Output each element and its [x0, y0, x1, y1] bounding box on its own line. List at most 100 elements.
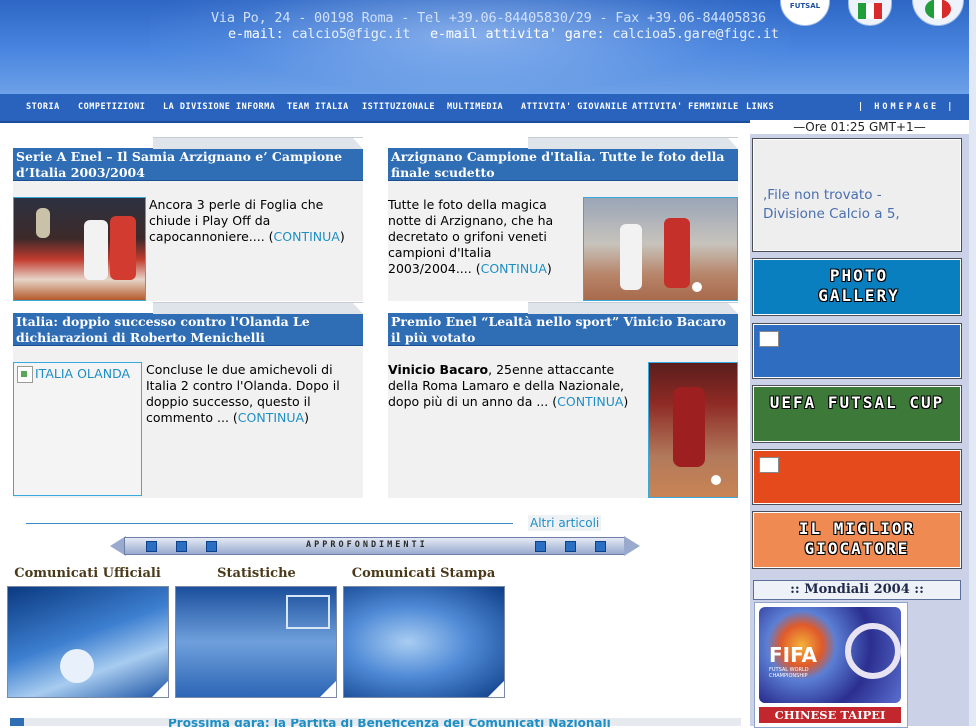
- nav-attivita-femminile[interactable]: ATTIVITA' FEMMINILE: [632, 102, 739, 112]
- news-title-2[interactable]: Arzignano Campione d'Italia. Tutte le fo…: [388, 148, 738, 181]
- italy-flag-icon: [858, 3, 882, 19]
- news-card-2: Arzignano Campione d'Italia. Tutte le fo…: [388, 137, 738, 301]
- news-lead: Vinicio Bacaro: [388, 362, 489, 377]
- fifa-wordmark: FIFA: [769, 643, 817, 667]
- news-title-1[interactable]: Serie A Enel – Il Samia Arzignano e’ Cam…: [13, 148, 363, 181]
- miglior-giocatore-banner[interactable]: IL MIGLIOR GIOCATORE: [753, 512, 961, 568]
- page-corner-icon: [320, 681, 336, 697]
- page-right-edge: [969, 0, 976, 726]
- continua-link[interactable]: CONTINUA: [238, 410, 304, 425]
- player-shape: [664, 218, 690, 288]
- player-shape: [620, 224, 642, 290]
- divider-line: [26, 523, 513, 524]
- section-comunicati-ufficiali[interactable]: Comunicati Ufficiali: [5, 566, 170, 581]
- player-shape: [110, 216, 136, 280]
- news-title-4[interactable]: Premio Enel “Lealtà nello sport” Vinicio…: [388, 313, 738, 346]
- email-label: e-mail:: [228, 26, 284, 42]
- player-shape: [673, 387, 705, 467]
- image-alt-text: ITALIA OLANDA: [35, 366, 131, 381]
- right-sidebar: —Ore 01:25 GMT+1— ,File non trovato - Di…: [750, 120, 969, 728]
- contact-address: Via Po, 24 - 00198 Roma - Tel +39.06-844…: [211, 10, 766, 26]
- email-value[interactable]: calcio5@figc.it: [291, 26, 410, 42]
- news-photo-2[interactable]: [583, 197, 738, 301]
- news-body-4: Vinicio Bacaro, 25enne attaccante della …: [388, 346, 738, 498]
- nav-istituzionale[interactable]: ISTITUZIONALE: [362, 102, 435, 112]
- broken-image-icon: [759, 457, 779, 473]
- news-photo-1[interactable]: [13, 197, 146, 301]
- page-corner-icon: [152, 681, 168, 697]
- news-body-1: Ancora 3 perle di Foglia che chiude i Pl…: [13, 181, 363, 301]
- news-body-2: Tutte le foto della magica notte di Arzi…: [388, 181, 738, 301]
- ball-shape: [60, 649, 94, 683]
- news-text-2: Tutte le foto della magica notte di Arzi…: [388, 197, 554, 276]
- news-card-4: Premio Enel “Lealtà nello sport” Vinicio…: [388, 302, 738, 498]
- thumb-comunicati-stampa[interactable]: [343, 586, 505, 698]
- gare-email[interactable]: e-mail attivita' gare: calcioa5.gare@fig…: [430, 26, 779, 42]
- news-title-3[interactable]: Italia: doppio successo contro l'Olanda …: [13, 313, 363, 346]
- card-tab: [153, 302, 363, 314]
- section-statistiche[interactable]: Statistiche: [174, 566, 339, 581]
- nav-competizioni[interactable]: COMPETIZIONI: [78, 102, 145, 112]
- fifa-futsal-logo[interactable]: FIFA FUTSAL WORLD CHAMPIONSHIP CHINESE T…: [754, 602, 908, 728]
- nav-links[interactable]: LINKS: [746, 102, 774, 112]
- bottom-news-strip: Prossima gara: la Partita di Beneficenza…: [10, 718, 741, 727]
- uefa-futsal-cup-banner[interactable]: UEFA FUTSAL CUP: [753, 386, 961, 442]
- ball-shape: [711, 475, 721, 485]
- approfondimenti-bar: APPROFONDIMENTI: [110, 534, 640, 558]
- square-bullet-icon: [176, 541, 187, 552]
- nav-storia[interactable]: STORIA: [26, 102, 60, 112]
- news-text-4: Vinicio Bacaro, 25enne attaccante della …: [388, 362, 629, 409]
- continua-link[interactable]: CONTINUA: [274, 229, 340, 244]
- broken-banner-2[interactable]: [753, 450, 961, 504]
- news-text-3: Concluse le due amichevoli di Italia 2 c…: [146, 362, 340, 425]
- continua-link[interactable]: CONTINUA: [557, 394, 623, 409]
- broken-image-icon: [17, 366, 33, 383]
- nav-divisione-informa[interactable]: LA DIVISIONE INFORMA: [163, 102, 275, 112]
- file-not-found-text: ,File non trovato - Divisione Calcio a 5…: [763, 187, 900, 222]
- figc-badge[interactable]: [912, 0, 964, 26]
- square-bullet-icon: [565, 541, 576, 552]
- altri-articoli-link[interactable]: Altri articoli: [528, 515, 602, 531]
- news-body-3: ITALIA OLANDA Concluse le due amichevoli…: [13, 346, 363, 498]
- card-tab: [528, 137, 738, 149]
- bullet-icon: [10, 718, 24, 726]
- gare-email-value[interactable]: calcioa5.gare@figc.it: [612, 26, 779, 42]
- news-card-3: Italia: doppio successo contro l'Olanda …: [13, 302, 363, 498]
- site-header: Via Po, 24 - 00198 Roma - Tel +39.06-844…: [0, 0, 976, 92]
- card-tab: [153, 137, 363, 149]
- approfondimenti-label: APPROFONDIMENTI: [306, 540, 428, 550]
- page-corner-icon: [488, 681, 504, 697]
- square-bullet-icon: [535, 541, 546, 552]
- nav-homepage[interactable]: | HOMEPAGE |: [858, 102, 955, 112]
- square-bullet-icon: [206, 541, 217, 552]
- italy-flag-badge[interactable]: [848, 0, 892, 26]
- broken-image-icon: [759, 331, 779, 347]
- broken-banner-1[interactable]: [753, 324, 961, 378]
- clock-text: Ore 01:25 GMT+1: [805, 120, 914, 134]
- miglior-giocatore-label: IL MIGLIOR GIOCATORE: [798, 519, 916, 558]
- section-comunicati-stampa[interactable]: Comunicati Stampa: [341, 566, 506, 581]
- thumb-comunicati-ufficiali[interactable]: [7, 586, 169, 698]
- square-bullet-icon: [146, 541, 157, 552]
- player-shape: [84, 220, 108, 280]
- futsal-logo-text: FUTSAL: [789, 2, 821, 10]
- nav-team-italia[interactable]: TEAM ITALIA: [287, 102, 349, 112]
- news-photo-4[interactable]: [648, 362, 738, 498]
- thumb-statistiche[interactable]: [175, 586, 337, 698]
- main-navigation: STORIA COMPETIZIONI LA DIVISIONE INFORMA…: [0, 92, 969, 123]
- ball-emblem-icon: [845, 623, 901, 679]
- news-photo-3[interactable]: ITALIA OLANDA: [13, 362, 142, 496]
- nav-multimedia[interactable]: MULTIMEDIA: [447, 102, 503, 112]
- news-card-1: Serie A Enel – Il Samia Arzignano e’ Cam…: [13, 137, 363, 301]
- arrow-right-icon: [624, 536, 640, 556]
- ball-shape: [692, 282, 702, 292]
- contact-email[interactable]: e-mail: calcio5@figc.it: [228, 26, 411, 42]
- trophy-shape: [36, 208, 50, 238]
- mondiali-2004-heading: :: Mondiali 2004 ::: [753, 580, 961, 600]
- figc-shield-icon: [925, 0, 951, 19]
- uefa-futsal-cup-label: UEFA FUTSAL CUP: [769, 393, 945, 412]
- nav-attivita-giovanile[interactable]: ATTIVITA' GIOVANILE: [521, 102, 628, 112]
- photo-gallery-banner[interactable]: PHOTO GALLERY: [753, 259, 961, 315]
- card-tab: [528, 302, 738, 314]
- continua-link[interactable]: CONTINUA: [481, 261, 547, 276]
